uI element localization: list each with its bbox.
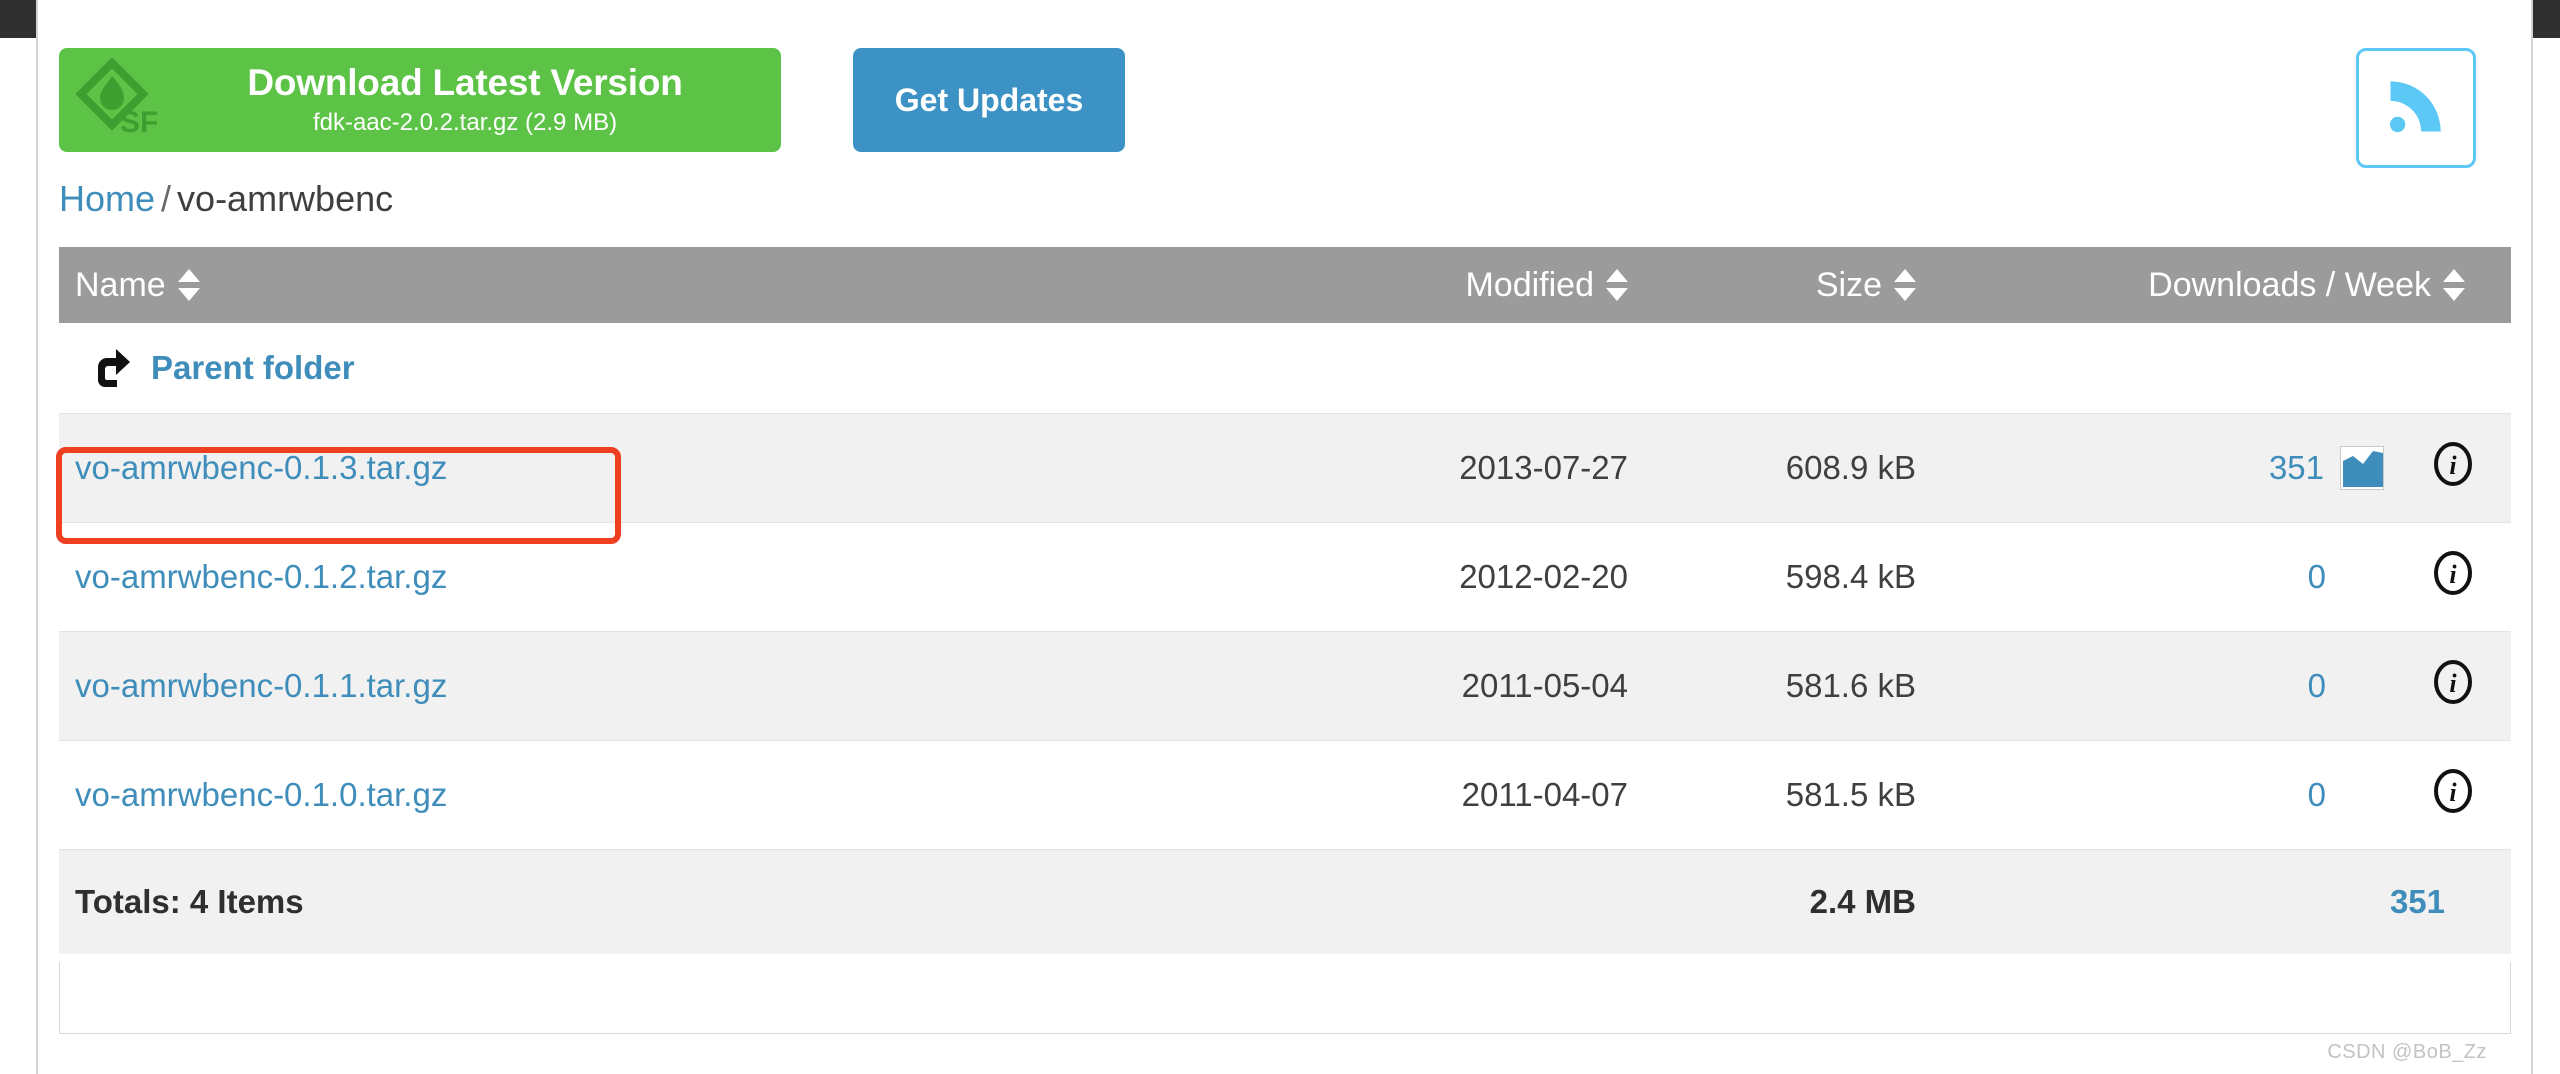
file-downloads-cell: 0 xyxy=(1954,741,2394,850)
svg-text:SF: SF xyxy=(120,106,158,139)
svg-text:i: i xyxy=(2449,778,2457,807)
column-header-downloads-label: Downloads / Week xyxy=(2148,266,2431,305)
file-listing-body: Parent folder vo-amrwbenc-0.1.3.tar.gz 2… xyxy=(59,323,2511,954)
download-button-title: Download Latest Version xyxy=(247,62,682,105)
rss-subscribe-button[interactable] xyxy=(2356,48,2476,168)
totals-label: Totals: 4 Items xyxy=(59,850,1254,955)
table-row[interactable]: vo-amrwbenc-0.1.0.tar.gz 2011-04-07 581.… xyxy=(59,741,2511,850)
breadcrumb-home-link[interactable]: Home xyxy=(59,178,155,219)
browser-chrome-right xyxy=(2533,0,2560,38)
sort-toggle-icon[interactable] xyxy=(1894,268,1916,302)
download-sparkline-icon[interactable] xyxy=(2340,446,2384,490)
file-size-cell: 581.5 kB xyxy=(1654,741,1954,850)
page-frame: SF Download Latest Version fdk-aac-2.0.2… xyxy=(36,0,2533,1074)
parent-folder-arrow-icon xyxy=(97,341,133,395)
totals-downloads: 351 xyxy=(1954,850,2511,955)
file-downloads-cell: 0 xyxy=(1954,632,2394,741)
totals-row: Totals: 4 Items 2.4 MB 351 xyxy=(59,850,2511,955)
sourceforge-logo-icon: SF xyxy=(59,58,177,142)
download-button-text: Download Latest Version fdk-aac-2.0.2.ta… xyxy=(177,62,781,138)
breadcrumb-current: vo-amrwbenc xyxy=(177,178,393,219)
file-name-cell[interactable]: vo-amrwbenc-0.1.0.tar.gz xyxy=(59,741,1254,850)
svg-text:i: i xyxy=(2449,451,2457,480)
file-size-cell: 581.6 kB xyxy=(1654,632,1954,741)
download-button-subtitle: fdk-aac-2.0.2.tar.gz (2.9 MB) xyxy=(313,107,617,138)
downloads-count[interactable]: 351 xyxy=(2269,449,2324,487)
table-row[interactable]: vo-amrwbenc-0.1.1.tar.gz 2011-05-04 581.… xyxy=(59,632,2511,741)
info-icon[interactable]: i xyxy=(2430,784,2476,821)
action-button-bar: SF Download Latest Version fdk-aac-2.0.2… xyxy=(38,0,2531,130)
column-header-size-label: Size xyxy=(1816,266,1882,305)
breadcrumb: Home/vo-amrwbenc xyxy=(59,178,393,220)
totals-size: 2.4 MB xyxy=(1654,850,1954,955)
file-link[interactable]: vo-amrwbenc-0.1.1.tar.gz xyxy=(75,667,447,704)
column-header-size[interactable]: Size xyxy=(1654,247,1954,323)
file-downloads-cell: 351 xyxy=(1954,414,2394,523)
table-footer xyxy=(59,962,2511,1034)
info-icon[interactable]: i xyxy=(2430,566,2476,603)
file-link[interactable]: vo-amrwbenc-0.1.0.tar.gz xyxy=(75,776,447,813)
file-name-cell[interactable]: vo-amrwbenc-0.1.3.tar.gz xyxy=(59,414,1254,523)
file-size-cell: 598.4 kB xyxy=(1654,523,1954,632)
file-link[interactable]: vo-amrwbenc-0.1.3.tar.gz xyxy=(75,449,447,486)
info-icon[interactable]: i xyxy=(2430,457,2476,494)
file-info-cell[interactable]: i xyxy=(2394,414,2511,523)
table-header-row: Name Modified Size xyxy=(59,247,2511,323)
column-header-name[interactable]: Name xyxy=(59,247,1254,323)
sort-toggle-icon[interactable] xyxy=(1606,268,1628,302)
info-icon[interactable]: i xyxy=(2430,675,2476,712)
file-modified-cell: 2011-05-04 xyxy=(1254,632,1654,741)
file-link[interactable]: vo-amrwbenc-0.1.2.tar.gz xyxy=(75,558,447,595)
svg-text:i: i xyxy=(2449,560,2457,589)
browser-chrome-left xyxy=(0,0,36,38)
get-updates-label: Get Updates xyxy=(895,82,1083,119)
column-header-modified-label: Modified xyxy=(1465,266,1594,305)
parent-folder-row[interactable]: Parent folder xyxy=(59,323,2511,414)
totals-modified xyxy=(1254,850,1654,955)
get-updates-button[interactable]: Get Updates xyxy=(853,48,1125,152)
table-row[interactable]: vo-amrwbenc-0.1.2.tar.gz 2012-02-20 598.… xyxy=(59,523,2511,632)
file-modified-cell: 2011-04-07 xyxy=(1254,741,1654,850)
column-header-modified[interactable]: Modified xyxy=(1254,247,1654,323)
file-name-cell[interactable]: vo-amrwbenc-0.1.1.tar.gz xyxy=(59,632,1254,741)
file-info-cell[interactable]: i xyxy=(2394,523,2511,632)
file-modified-cell: 2012-02-20 xyxy=(1254,523,1654,632)
rss-icon xyxy=(2382,72,2450,145)
breadcrumb-separator: / xyxy=(155,178,177,219)
file-info-cell[interactable]: i xyxy=(2394,632,2511,741)
column-header-name-label: Name xyxy=(75,266,166,305)
sort-toggle-icon[interactable] xyxy=(178,268,200,302)
file-size-cell: 608.9 kB xyxy=(1654,414,1954,523)
file-downloads-cell: 0 xyxy=(1954,523,2394,632)
downloads-count[interactable]: 0 xyxy=(2308,667,2326,705)
svg-text:i: i xyxy=(2449,669,2457,698)
sort-toggle-icon[interactable] xyxy=(2443,268,2465,302)
file-name-cell[interactable]: vo-amrwbenc-0.1.2.tar.gz xyxy=(59,523,1254,632)
table-row[interactable]: vo-amrwbenc-0.1.3.tar.gz 2013-07-27 608.… xyxy=(59,414,2511,523)
parent-folder-label: Parent folder xyxy=(151,349,355,387)
column-header-downloads[interactable]: Downloads / Week xyxy=(1954,247,2511,323)
file-modified-cell: 2013-07-27 xyxy=(1254,414,1654,523)
file-listing-table: Name Modified Size xyxy=(59,247,2511,954)
download-latest-version-button[interactable]: SF Download Latest Version fdk-aac-2.0.2… xyxy=(59,48,781,152)
file-info-cell[interactable]: i xyxy=(2394,741,2511,850)
watermark: CSDN @BoB_Zz xyxy=(2327,1041,2487,1064)
parent-folder-cell[interactable]: Parent folder xyxy=(59,323,2511,414)
downloads-count[interactable]: 0 xyxy=(2308,776,2326,814)
downloads-count[interactable]: 0 xyxy=(2308,558,2326,596)
